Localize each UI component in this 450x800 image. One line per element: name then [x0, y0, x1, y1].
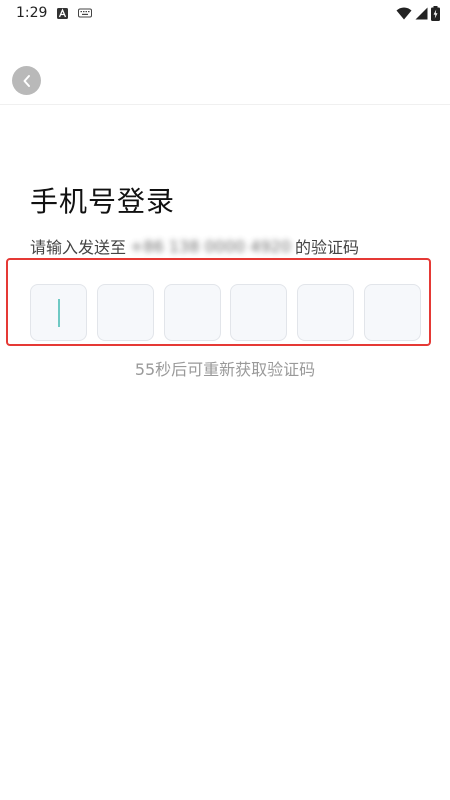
- resend-countdown: 55秒后可重新获取验证码: [134, 360, 316, 379]
- subtitle-prefix: 请输入发送至: [30, 238, 127, 257]
- status-bar: 1:29: [0, 0, 450, 26]
- code-digit-box-5[interactable]: [297, 284, 355, 341]
- masked-phone-number: +86 138 0000 4920: [130, 236, 292, 256]
- subtitle-suffix: 的验证码: [295, 238, 360, 257]
- chevron-left-icon: [23, 74, 30, 87]
- keyboard-icon: [78, 8, 93, 18]
- login-page: 1:29 手机号登录 请输入发送至 +86 138 0000 4920 的验证码…: [0, 0, 450, 800]
- code-digit-box-3[interactable]: [163, 284, 221, 341]
- code-digit-box-1[interactable]: [30, 284, 87, 341]
- page-title: 手机号登录: [30, 185, 176, 218]
- code-digit-box-4[interactable]: [230, 284, 288, 341]
- code-digit-box-2[interactable]: [96, 284, 154, 341]
- a-badge-icon: [57, 7, 69, 19]
- back-button[interactable]: [12, 66, 41, 95]
- verification-code-input: [30, 284, 421, 341]
- phone-subtitle: 请输入发送至 +86 138 0000 4920 的验证码: [30, 234, 359, 258]
- status-time: 1:29: [16, 5, 48, 21]
- wifi-icon: [396, 7, 412, 20]
- code-digit-box-6[interactable]: [363, 284, 421, 341]
- text-cursor: [57, 298, 60, 327]
- signal-icon: [415, 7, 428, 20]
- battery-charging-icon: [431, 5, 440, 21]
- header: [0, 52, 450, 105]
